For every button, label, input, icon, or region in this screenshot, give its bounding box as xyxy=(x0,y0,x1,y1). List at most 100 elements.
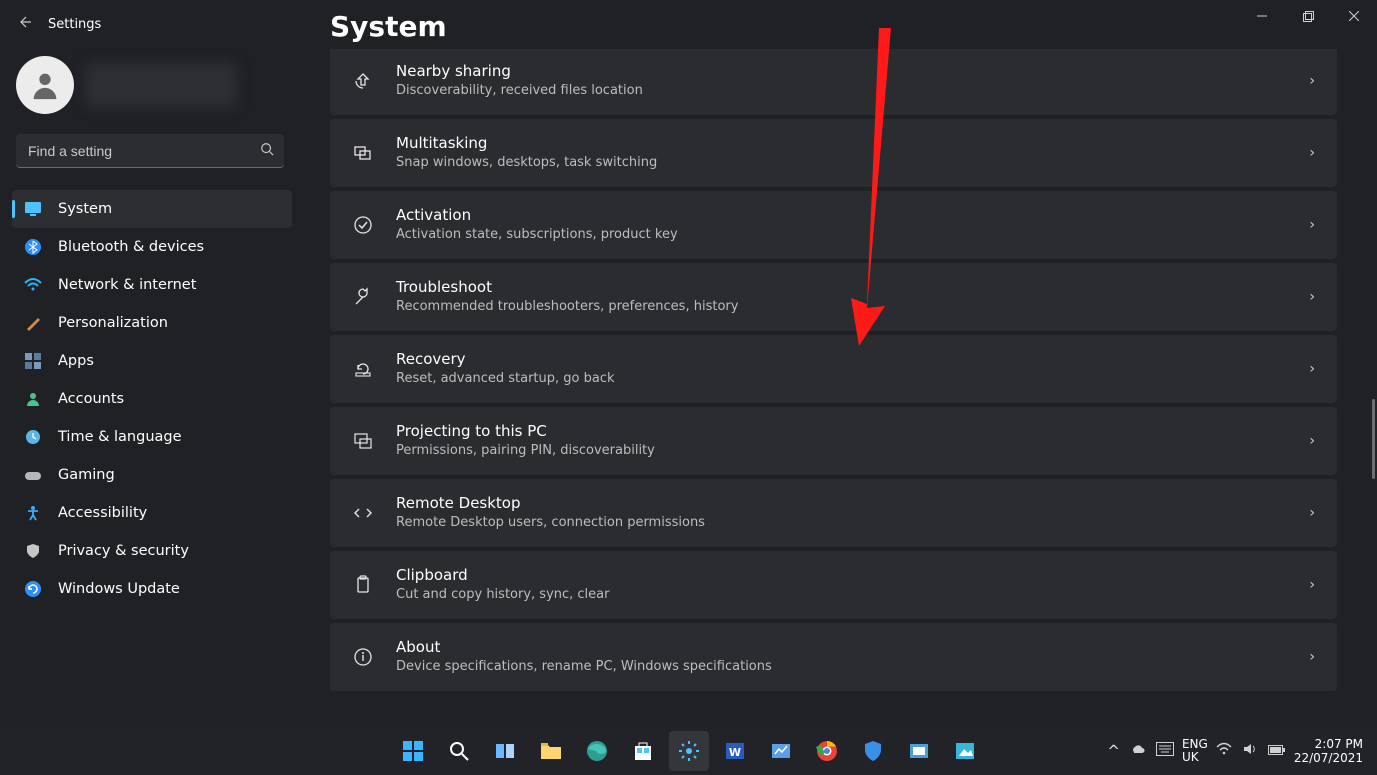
nav-personalization[interactable]: Personalization xyxy=(12,304,292,342)
language-indicator[interactable]: ENG UK xyxy=(1182,738,1208,764)
volume-tray-icon[interactable] xyxy=(1242,741,1258,761)
task-view-button[interactable] xyxy=(485,731,525,771)
card-multitasking[interactable]: MultitaskingSnap windows, desktops, task… xyxy=(330,119,1337,187)
avatar[interactable] xyxy=(16,56,74,114)
nav-accounts[interactable]: Accounts xyxy=(12,380,292,418)
edge-button[interactable] xyxy=(577,731,617,771)
bluetooth-icon xyxy=(24,238,42,256)
card-sub: Device specifications, rename PC, Window… xyxy=(396,658,1287,676)
card-sub: Discoverability, received files location xyxy=(396,82,1287,100)
card-clipboard[interactable]: ClipboardCut and copy history, sync, cle… xyxy=(330,551,1337,619)
card-title: Recovery xyxy=(396,350,1287,370)
back-button[interactable] xyxy=(0,14,48,34)
security-button[interactable] xyxy=(853,731,893,771)
card-title: Clipboard xyxy=(396,566,1287,586)
chrome-button[interactable] xyxy=(807,731,847,771)
scrollbar[interactable] xyxy=(1372,399,1375,479)
card-about[interactable]: AboutDevice specifications, rename PC, W… xyxy=(330,623,1337,691)
nav-label: Privacy & security xyxy=(58,543,189,559)
card-sub: Snap windows, desktops, task switching xyxy=(396,154,1287,172)
remote-icon xyxy=(352,502,374,524)
chevron-right-icon: › xyxy=(1309,145,1315,161)
nav-label: Bluetooth & devices xyxy=(58,239,204,255)
nav-apps[interactable]: Apps xyxy=(12,342,292,380)
chevron-right-icon: › xyxy=(1309,649,1315,665)
card-remote-desktop[interactable]: Remote DesktopRemote Desktop users, conn… xyxy=(330,479,1337,547)
share-icon xyxy=(352,70,374,92)
nav-update[interactable]: Windows Update xyxy=(12,570,292,608)
nav-gaming[interactable]: Gaming xyxy=(12,456,292,494)
nav-accessibility[interactable]: Accessibility xyxy=(12,494,292,532)
card-title: Nearby sharing xyxy=(396,62,1287,82)
chevron-right-icon: › xyxy=(1309,217,1315,233)
explorer-button[interactable] xyxy=(531,731,571,771)
chevron-right-icon: › xyxy=(1309,433,1315,449)
card-projecting[interactable]: Projecting to this PCPermissions, pairin… xyxy=(330,407,1337,475)
nav-network[interactable]: Network & internet xyxy=(12,266,292,304)
account-name-blurred xyxy=(86,63,236,107)
page-title: System xyxy=(330,10,1337,43)
card-title: Remote Desktop xyxy=(396,494,1287,514)
keyboard-icon[interactable] xyxy=(1156,742,1174,760)
nav-privacy[interactable]: Privacy & security xyxy=(12,532,292,570)
nav-label: Time & language xyxy=(58,429,182,445)
multitask-icon xyxy=(352,142,374,164)
search-button[interactable] xyxy=(439,731,479,771)
card-title: Activation xyxy=(396,206,1287,226)
app-button-2[interactable] xyxy=(899,731,939,771)
nav-label: Accessibility xyxy=(58,505,147,521)
chevron-right-icon: › xyxy=(1309,577,1315,593)
card-sub: Recommended troubleshooters, preferences… xyxy=(396,298,1287,316)
nav-label: Accounts xyxy=(58,391,124,407)
clock-icon xyxy=(24,428,42,446)
nav-system[interactable]: System xyxy=(12,190,292,228)
card-recovery[interactable]: RecoveryReset, advanced startup, go back… xyxy=(330,335,1337,403)
wifi-tray-icon[interactable] xyxy=(1216,741,1232,761)
tray-chevron-icon[interactable]: ^ xyxy=(1107,742,1120,760)
store-button[interactable] xyxy=(623,731,663,771)
shield-icon xyxy=(24,542,42,560)
wrench-icon xyxy=(352,286,374,308)
card-nearby-sharing[interactable]: Nearby sharingDiscoverability, received … xyxy=(330,49,1337,115)
onedrive-icon[interactable] xyxy=(1130,741,1146,761)
accessibility-icon xyxy=(24,504,42,522)
card-activation[interactable]: ActivationActivation state, subscription… xyxy=(330,191,1337,259)
apps-icon xyxy=(24,352,42,370)
app-title: Settings xyxy=(48,17,101,32)
card-title: Troubleshoot xyxy=(396,278,1287,298)
wifi-icon xyxy=(24,276,42,294)
update-icon xyxy=(24,580,42,598)
chevron-right-icon: › xyxy=(1309,73,1315,89)
monitor-icon xyxy=(24,200,42,218)
nav-time[interactable]: Time & language xyxy=(12,418,292,456)
search-icon xyxy=(260,142,274,160)
clock[interactable]: 2:07 PM 22/07/2021 xyxy=(1294,737,1369,766)
project-icon xyxy=(352,430,374,452)
check-icon xyxy=(352,214,374,236)
nav-label: Network & internet xyxy=(58,277,196,293)
recovery-icon xyxy=(352,358,374,380)
gamepad-icon xyxy=(24,466,42,484)
settings-button[interactable] xyxy=(669,731,709,771)
nav-label: Windows Update xyxy=(58,581,180,597)
nav-bluetooth[interactable]: Bluetooth & devices xyxy=(12,228,292,266)
card-title: Multitasking xyxy=(396,134,1287,154)
nav-label: Apps xyxy=(58,353,94,369)
card-sub: Cut and copy history, sync, clear xyxy=(396,586,1287,604)
photos-button[interactable] xyxy=(945,731,985,771)
card-title: About xyxy=(396,638,1287,658)
card-sub: Remote Desktop users, connection permiss… xyxy=(396,514,1287,532)
battery-tray-icon[interactable] xyxy=(1268,742,1286,760)
start-button[interactable] xyxy=(393,731,433,771)
search-input[interactable] xyxy=(16,134,284,168)
person-icon xyxy=(24,390,42,408)
card-troubleshoot[interactable]: TroubleshootRecommended troubleshooters,… xyxy=(330,263,1337,331)
card-sub: Activation state, subscriptions, product… xyxy=(396,226,1287,244)
app-button-1[interactable] xyxy=(761,731,801,771)
nav-label: System xyxy=(58,201,112,217)
info-icon xyxy=(352,646,374,668)
chevron-right-icon: › xyxy=(1309,505,1315,521)
brush-icon xyxy=(24,314,42,332)
svg-text:W: W xyxy=(728,746,740,759)
word-button[interactable]: W xyxy=(715,731,755,771)
